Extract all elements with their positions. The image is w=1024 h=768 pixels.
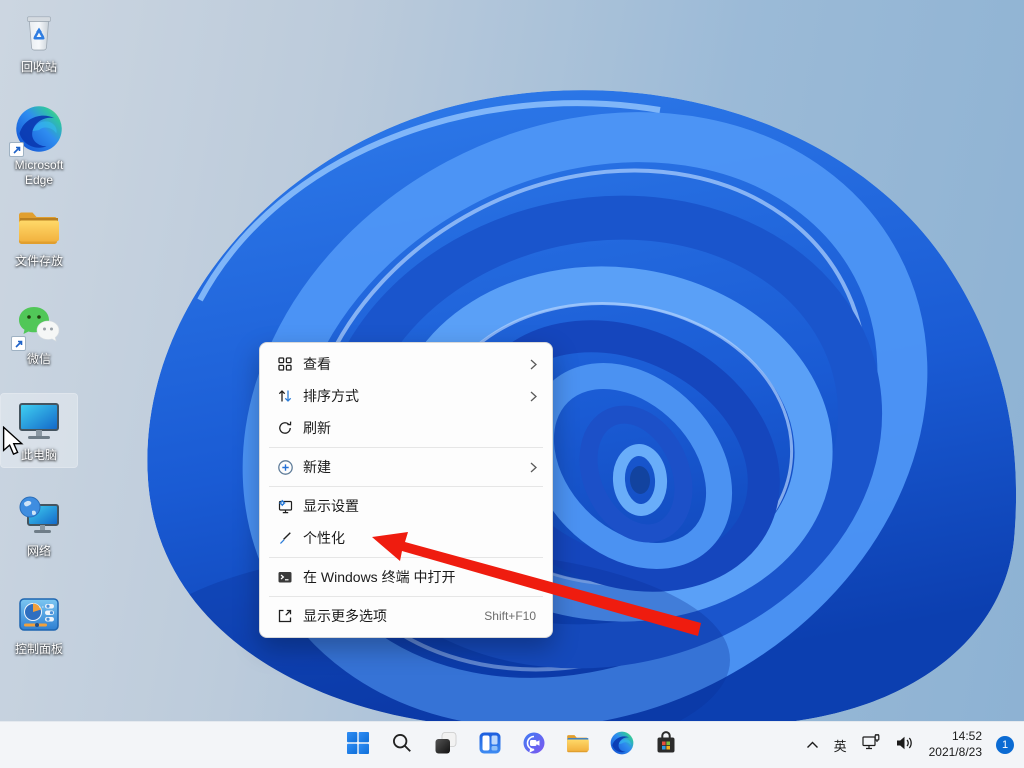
edge-icon [609, 730, 635, 761]
windows-start-icon [346, 731, 370, 760]
chevron-right-icon [530, 391, 538, 402]
recycle-bin-icon [15, 9, 63, 57]
taskbar: 英 14:52 2021/8/23 [0, 721, 1024, 768]
desktop-icon-files-folder[interactable]: 文件存放 [1, 200, 77, 273]
menu-item-refresh[interactable]: 刷新 [260, 412, 552, 444]
desktop-icon-label: 网络 [27, 544, 51, 559]
menu-separator [269, 486, 543, 487]
network-status-button[interactable] [856, 727, 887, 763]
taskbar-center [338, 725, 686, 765]
task-view-icon [434, 731, 458, 760]
desktop-icon-recycle-bin[interactable]: 回收站 [1, 6, 77, 79]
desktop-icon-label: 回收站 [21, 60, 57, 75]
desktop-icon-network[interactable]: 网络 [1, 490, 77, 563]
ime-label: 英 [834, 736, 847, 755]
new-plus-icon [276, 458, 294, 476]
chat-icon [522, 731, 546, 760]
start-button[interactable] [338, 725, 378, 765]
task-view-button[interactable] [426, 725, 466, 765]
menu-item-label: 排序方式 [303, 386, 530, 406]
menu-item-label: 显示设置 [303, 496, 530, 516]
menu-item-label: 刷新 [303, 418, 530, 438]
wechat-icon [15, 301, 63, 349]
folder-icon [15, 203, 63, 251]
menu-item-label: 查看 [303, 354, 530, 374]
menu-item-label: 在 Windows 终端 中打开 [303, 567, 530, 587]
desktop-icon-label: 控制面板 [15, 642, 63, 657]
sort-icon [276, 387, 294, 405]
file-explorer-icon [565, 730, 591, 761]
desktop-icon-label: 此电脑 [21, 448, 57, 463]
search-button[interactable] [382, 725, 422, 765]
clock[interactable]: 14:52 2021/8/23 [923, 727, 988, 763]
microsoft-store-icon [654, 731, 678, 760]
tray-date: 2021/8/23 [929, 745, 982, 761]
tray-time: 14:52 [929, 729, 982, 745]
menu-item-personalize[interactable]: 个性化 [260, 522, 552, 554]
refresh-icon [276, 419, 294, 437]
widgets-icon [478, 731, 502, 760]
speaker-icon [896, 735, 914, 756]
control-panel-icon [15, 591, 63, 639]
display-settings-icon [276, 497, 294, 515]
hidden-icons-button[interactable] [800, 727, 825, 763]
desktop-icon-label: 文件存放 [15, 254, 63, 269]
chevron-right-icon [530, 462, 538, 473]
menu-item-label: 显示更多选项 [303, 606, 484, 626]
shortcut-arrow-icon [11, 336, 26, 351]
view-grid-icon [276, 355, 294, 373]
menu-item-open-windows-terminal[interactable]: 在 Windows 终端 中打开 [260, 561, 552, 593]
shortcut-arrow-icon [9, 142, 24, 157]
menu-item-label: 新建 [303, 457, 530, 477]
context-menu: 查看 排序方式 刷新 新建 [259, 342, 553, 638]
menu-item-label: 个性化 [303, 528, 530, 548]
ime-indicator[interactable]: 英 [828, 727, 853, 763]
desktop-icon-wechat[interactable]: 微信 [1, 298, 77, 371]
desktop-icon-label: Microsoft Edge [3, 158, 75, 188]
system-tray: 英 14:52 2021/8/23 [800, 727, 1014, 763]
menu-item-display-settings[interactable]: 显示设置 [260, 490, 552, 522]
desktop-icon-control-panel[interactable]: 控制面板 [1, 588, 77, 661]
menu-item-view[interactable]: 查看 [260, 348, 552, 380]
menu-separator [269, 596, 543, 597]
menu-item-sort-by[interactable]: 排序方式 [260, 380, 552, 412]
network-icon [15, 493, 63, 541]
store-button[interactable] [646, 725, 686, 765]
menu-separator [269, 557, 543, 558]
desktop-icon-label: 微信 [27, 352, 51, 367]
search-icon [391, 732, 413, 759]
edge-icon [13, 103, 65, 155]
chevron-up-icon [806, 736, 819, 754]
desktop-icon-edge[interactable]: Microsoft Edge [1, 100, 77, 192]
menu-item-shortcut: Shift+F10 [484, 609, 536, 623]
terminal-icon [276, 568, 294, 586]
widgets-button[interactable] [470, 725, 510, 765]
volume-button[interactable] [890, 727, 920, 763]
menu-separator [269, 447, 543, 448]
edge-button[interactable] [602, 725, 642, 765]
notification-badge[interactable]: 1 [996, 736, 1014, 754]
file-explorer-button[interactable] [558, 725, 598, 765]
personalize-icon [276, 529, 294, 547]
menu-item-new[interactable]: 新建 [260, 451, 552, 483]
network-status-icon [862, 734, 881, 756]
more-options-icon [276, 607, 294, 625]
desktop-icon-this-pc[interactable]: 此电脑 [1, 394, 77, 467]
chat-button[interactable] [514, 725, 554, 765]
menu-item-show-more-options[interactable]: 显示更多选项 Shift+F10 [260, 600, 552, 632]
chevron-right-icon [530, 359, 538, 370]
this-pc-icon [15, 397, 63, 445]
